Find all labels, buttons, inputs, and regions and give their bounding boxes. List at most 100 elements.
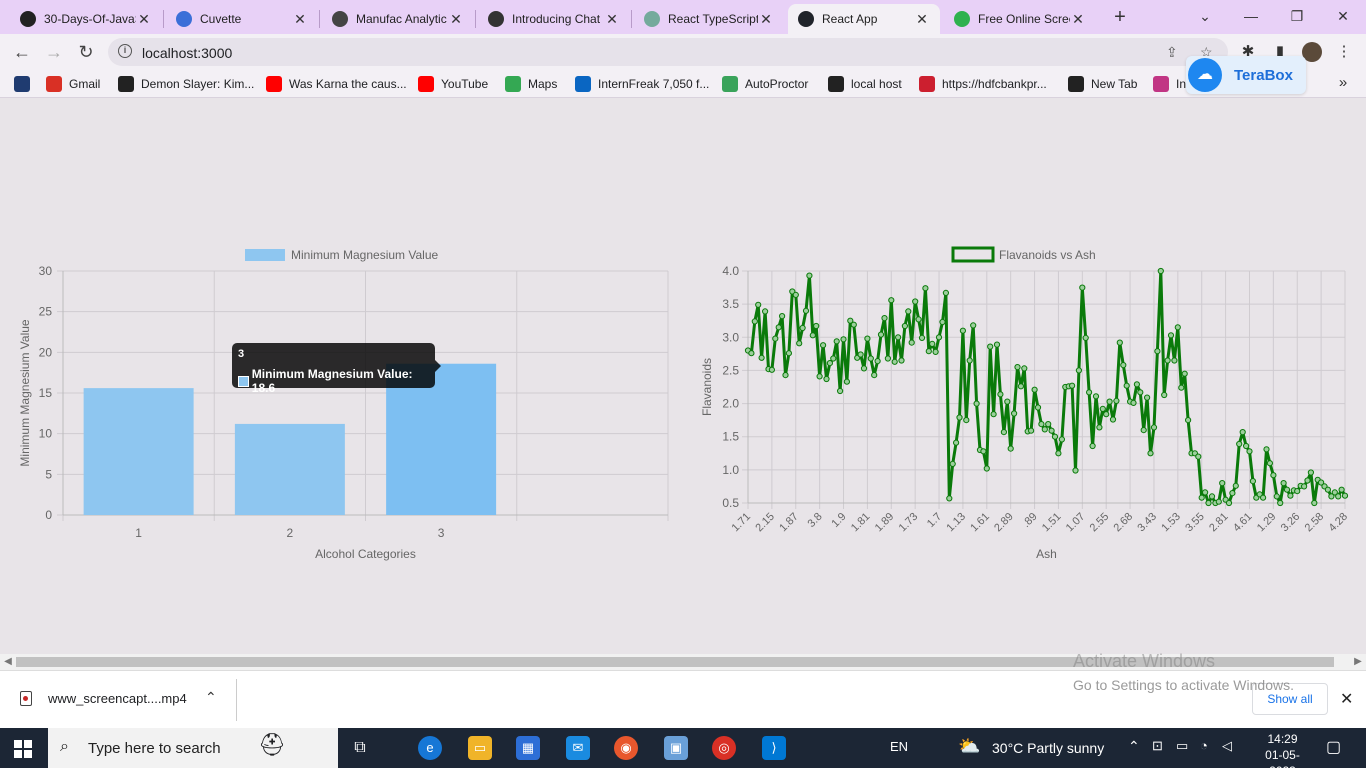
data-point	[1103, 411, 1110, 418]
chrome-icon[interactable]: ◎	[712, 736, 736, 760]
bookmark-item[interactable]: InternFreak 7,050 f...	[575, 76, 709, 92]
close-tab-icon[interactable]: ✕	[914, 11, 930, 28]
tab-6[interactable]: React App ✕	[788, 4, 940, 34]
tab-5[interactable]: React TypeScript ✕	[634, 4, 784, 34]
close-downloads-icon[interactable]: ✕	[1340, 689, 1353, 709]
bookmark-item[interactable]: Demon Slayer: Kim...	[118, 76, 254, 92]
data-point	[959, 327, 966, 334]
bookmarks-bar: Gmail Demon Slayer: Kim... Was Karna the c…	[0, 70, 1366, 98]
x-tick-label: 3.26	[1279, 511, 1303, 535]
clock[interactable]: 14:29 01-05-2023	[1255, 731, 1310, 768]
x-tick-label: 3.55	[1183, 511, 1207, 535]
data-point	[993, 341, 1001, 348]
data-point	[1324, 486, 1332, 493]
data-point	[1147, 450, 1154, 457]
close-tab-icon[interactable]: ✕	[448, 11, 464, 28]
bookmark-item[interactable]: https://hdfcbankpr...	[919, 76, 1047, 92]
line-chart-canvas[interactable]: Flavanoids vs Ash 0.5 1.0 1.5 2.0 2.5 3.0 3.5 4.…	[683, 239, 1366, 569]
x-tick-label: 2.55	[1088, 511, 1112, 535]
bookmark-item[interactable]	[14, 76, 37, 92]
close-window-button[interactable]: ✕	[1328, 4, 1358, 28]
close-tab-icon[interactable]: ✕	[1070, 11, 1086, 28]
address-bar[interactable]: i localhost:3000 ⇪ ☆	[108, 38, 1228, 66]
terabox-extension[interactable]: ☁ TeraBox	[1186, 56, 1306, 94]
tab-search-icon[interactable]: ⌄	[1190, 4, 1220, 28]
address-url[interactable]: localhost:3000	[142, 45, 232, 61]
x-tick-label: 1.29	[1255, 511, 1279, 535]
data-point	[1144, 394, 1151, 401]
data-point	[1198, 494, 1205, 501]
scroll-right-icon[interactable]: ▶	[1352, 656, 1364, 667]
bookmark-item[interactable]: AutoProctor	[722, 76, 808, 92]
bookmark-item[interactable]: YouTube	[418, 76, 488, 92]
data-point	[1246, 448, 1253, 455]
edge-icon[interactable]: e	[418, 736, 442, 760]
photos-icon[interactable]: ▣	[664, 736, 688, 760]
close-tab-icon[interactable]: ✕	[292, 11, 308, 28]
cuvette-icon	[176, 11, 192, 27]
file-explorer-icon[interactable]: ▭	[468, 736, 492, 760]
network-drive-icon[interactable]: ⊡	[1152, 738, 1163, 754]
legend-label: Flavanoids vs Ash	[999, 248, 1096, 262]
search-placeholder[interactable]: Type here to search	[88, 740, 221, 757]
download-filename[interactable]: www_screencapt....mp4	[48, 691, 187, 706]
download-item[interactable]: www_screencapt....mp4	[20, 691, 187, 706]
scroll-left-icon[interactable]: ◀	[2, 656, 14, 667]
forward-icon[interactable]: →	[42, 40, 66, 64]
tab-title: React TypeScript	[668, 12, 758, 26]
firefox-icon[interactable]: ◉	[614, 736, 638, 760]
language-indicator[interactable]: EN	[890, 739, 908, 754]
store-icon[interactable]: ▦	[516, 736, 540, 760]
x-tick-label: 2.89	[992, 511, 1016, 535]
tray-chevron-icon[interactable]: ⌃	[1128, 738, 1140, 755]
mail-icon[interactable]: ✉	[566, 736, 590, 760]
bar-chart-canvas[interactable]: Minimum Magnesium Value 0 5 10 15 20 25 30 1 2 3 Al…	[0, 239, 683, 569]
weather-text[interactable]: 30°C Partly sunny	[992, 740, 1104, 756]
battery-icon[interactable]: ▭	[1176, 738, 1188, 754]
bookmark-item[interactable]: New Tab	[1068, 76, 1137, 92]
taskbar-search[interactable]: ⌕ Type here to search ⛑	[48, 728, 338, 768]
wifi-icon[interactable]: ◔	[1200, 738, 1208, 753]
bookmark-label: InternFreak 7,050 f...	[598, 77, 710, 91]
data-point	[908, 339, 915, 346]
x-tick-label: 2.15	[753, 511, 777, 535]
close-tab-icon[interactable]: ✕	[136, 11, 152, 28]
tab-1[interactable]: 30-Days-Of-JavaS ✕	[10, 4, 162, 34]
volume-icon[interactable]: ◁	[1222, 738, 1232, 754]
tab-3[interactable]: Manufac Analytic ✕	[322, 4, 474, 34]
data-point	[1266, 460, 1274, 467]
search-icon: ⌕	[60, 738, 69, 755]
bookmark-item[interactable]: Gmail	[46, 76, 100, 92]
linkedin-icon	[575, 76, 591, 92]
chevron-up-icon[interactable]: ⌃	[205, 689, 217, 706]
tab-4[interactable]: Introducing Chat ✕	[478, 4, 630, 34]
reload-icon[interactable]: ↻	[74, 40, 98, 64]
close-tab-icon[interactable]: ✕	[758, 11, 774, 28]
close-tab-icon[interactable]: ✕	[604, 11, 620, 28]
data-point	[1202, 489, 1209, 496]
data-point	[922, 285, 929, 292]
y-tick-label: 4.0	[722, 264, 739, 278]
minimize-button[interactable]: —	[1236, 4, 1266, 28]
more-bookmarks-icon[interactable]: »	[1333, 74, 1353, 94]
task-view-icon[interactable]: ⧉	[348, 736, 372, 760]
bookmark-item[interactable]: Was Karna the caus...	[266, 76, 407, 92]
back-icon[interactable]: ←	[10, 40, 34, 64]
data-point	[946, 495, 953, 502]
share-icon[interactable]: ⇪	[1166, 44, 1178, 61]
site-info-icon[interactable]: i	[118, 44, 132, 58]
bookmark-item[interactable]: Maps	[505, 76, 557, 92]
notifications-icon[interactable]: ▢	[1326, 737, 1341, 757]
bookmark-item[interactable]: In	[1153, 76, 1186, 92]
menu-icon[interactable]: ⋮	[1334, 42, 1354, 62]
tab-2[interactable]: Cuvette ✕	[166, 4, 318, 34]
windows-start-icon[interactable]	[14, 740, 32, 758]
bookmark-item[interactable]: local host	[828, 76, 902, 92]
maximize-button[interactable]: ❐	[1282, 4, 1312, 28]
y-tick-label: 1.0	[722, 463, 739, 477]
tab-7[interactable]: Free Online Scree ✕	[944, 4, 1096, 34]
new-tab-button[interactable]: +	[1108, 5, 1132, 29]
vscode-icon[interactable]: ⟩	[762, 736, 786, 760]
x-tick-label: 1	[135, 526, 142, 540]
data-point	[949, 460, 956, 467]
